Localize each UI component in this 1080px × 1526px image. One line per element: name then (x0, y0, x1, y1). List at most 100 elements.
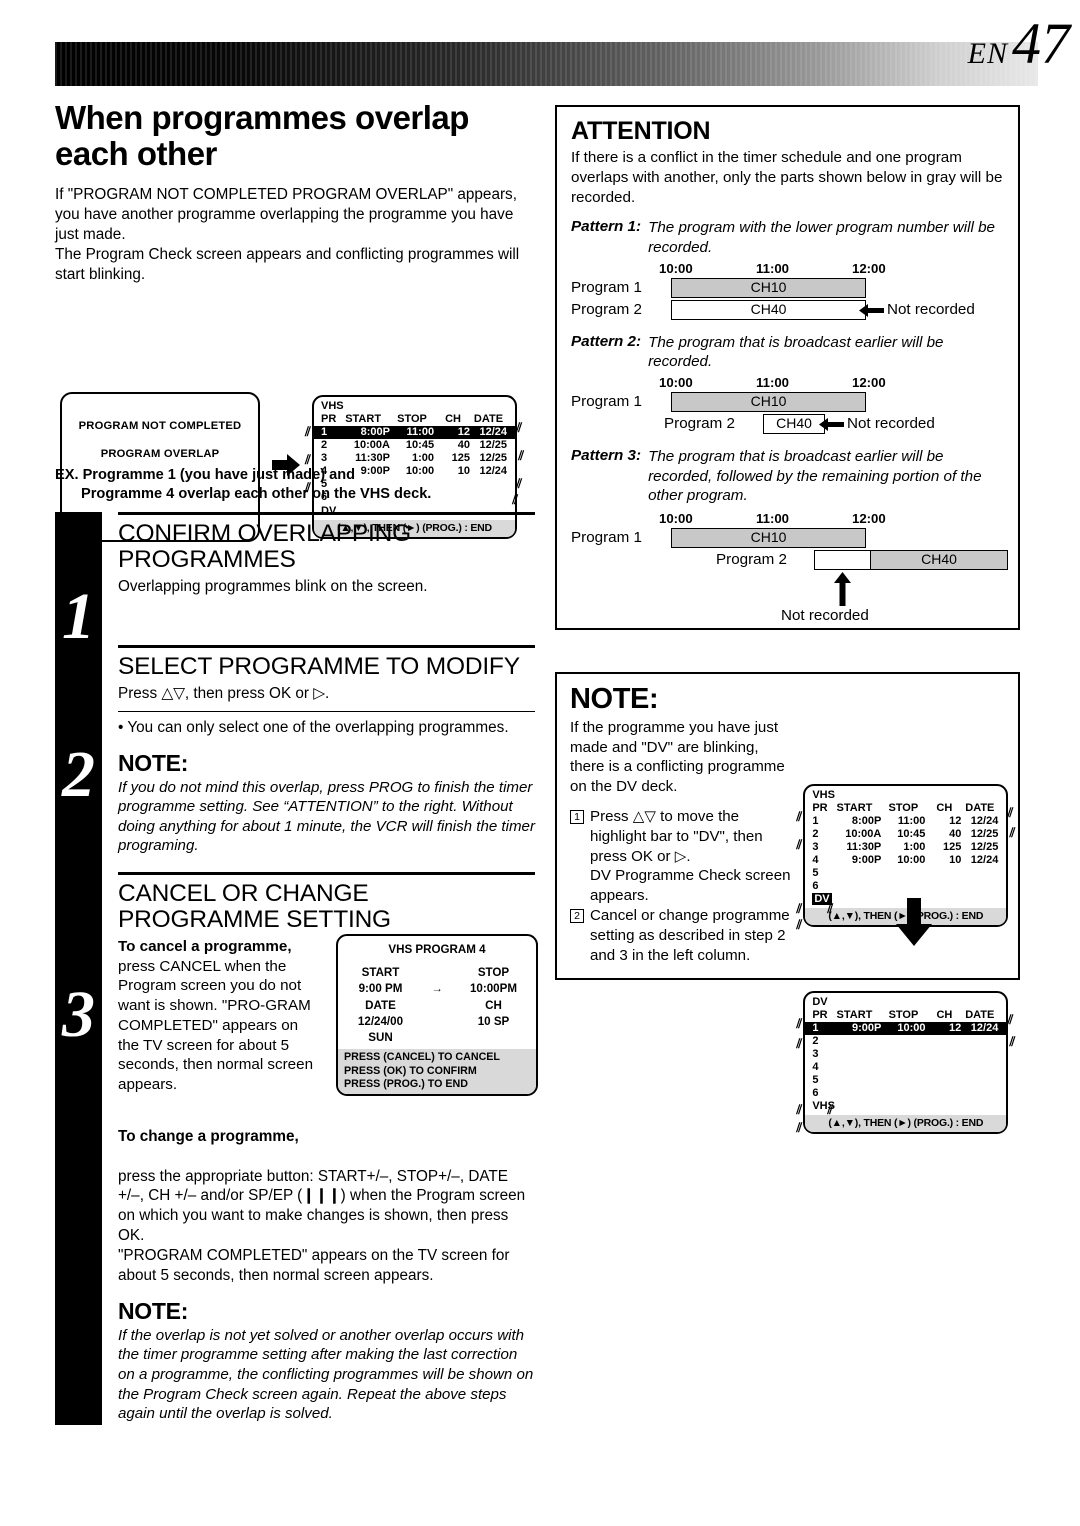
pc-cell-st (828, 1035, 882, 1048)
blink-mark-icon: ⫽ (1007, 1012, 1014, 1027)
spacer-cell (423, 1014, 451, 1029)
page-number-value: 47 (1012, 11, 1070, 76)
pc-cell-st (828, 867, 882, 880)
pc-column-header: STOP (397, 412, 427, 425)
pc-cell-ch: 125 (942, 840, 962, 853)
pc-other-deck-row[interactable]: VHS (805, 1100, 1006, 1113)
step-3-change-para: To change a programme, press the appropr… (118, 1107, 535, 1286)
pc-cell-dt: 12/25 (970, 827, 999, 840)
pc-table-row[interactable]: 1 9:00P 10:00 12 12/24 (805, 1021, 1007, 1035)
timeline-row-program2: Program 2 CH40 Not recorded (571, 414, 1006, 436)
example-line1: EX. Programme 1 (you have just made) and (55, 467, 356, 483)
tick-1000: 10:00 (659, 511, 693, 527)
pc-cell-st: 8:00P (336, 426, 390, 440)
pc-cell-st: 9:00P (851, 853, 882, 866)
pc-cell-pr: 2 (812, 1034, 819, 1047)
pc-cell-sp: 1:00 (903, 840, 926, 853)
pc-table-row[interactable]: 1 8:00P 11:00 12 12/24 (805, 815, 1006, 828)
pc-column-header: PR (812, 1008, 828, 1021)
blink-mark-icon: ⫽ (305, 424, 311, 440)
pc-cell-pr: 5 (812, 1073, 819, 1086)
pc-table-row[interactable]: 6 (805, 1087, 1006, 1100)
pc-cell-dt: 12/25 (970, 840, 999, 853)
pc-cell-st (828, 1061, 882, 1074)
pc-cell-sp: 10:00 (881, 1021, 928, 1035)
not-recorded-label: Not recorded (781, 607, 869, 625)
pc-table-row[interactable]: 5 (805, 867, 1006, 880)
pc-column-header: STOP (888, 1008, 919, 1021)
pc-cell-sp (881, 1035, 927, 1048)
pc-cell-sp (881, 1074, 927, 1087)
tick-1000: 10:00 (659, 375, 693, 391)
pc-cell-st (828, 1074, 882, 1087)
blink-mark-icon: ⫽ (827, 901, 834, 916)
blink-mark-icon: ⫽ (796, 809, 803, 824)
note-step-1: 1 Press △▽ to move the highlight bar to … (570, 807, 791, 905)
pc-cell-ch (928, 1048, 962, 1061)
pc-table-row[interactable]: 2 (805, 1035, 1006, 1048)
pc-cell-sp: 11:00 (897, 814, 926, 827)
pc-table-row[interactable]: 5 (805, 1074, 1006, 1087)
pc-table-row[interactable]: 3 (805, 1048, 1006, 1061)
pc-cell-pr: 6 (812, 880, 819, 893)
header-gradient-stripes (55, 42, 1038, 86)
pc-column-header: START (345, 412, 382, 425)
pc-column-header: CH (936, 801, 953, 814)
program2-bar: CH40 (870, 550, 1008, 571)
start-label: START (361, 965, 400, 979)
pc-cell-pr: 2 (812, 827, 819, 840)
example-caption: EX. Programme 1 (you have just made) and… (55, 466, 535, 503)
pc-cell-ch (928, 1035, 962, 1048)
timeline-row-program1: Program 1 CH10 (571, 392, 1006, 414)
pc-header-row: PR START STOP CH DATE (805, 1009, 1006, 1022)
start-value: 9:00 PM (358, 982, 403, 996)
osd-message-line1: PROGRAM NOT COMPLETED (78, 420, 242, 432)
pc-column-header: DATE (965, 1008, 995, 1021)
pattern-1-timeline: 10:00 11:00 12:00 Program 1 CH10 Program… (571, 261, 1006, 322)
pattern-3: Pattern 3: The program that is broadcast… (571, 447, 1006, 505)
step-2: SELECT PROGRAMME TO MODIFY Press △▽, the… (118, 644, 535, 856)
right-column: ATTENTION If there is a conflict in the … (555, 105, 1020, 631)
timeline-ticks: 10:00 11:00 12:00 (571, 261, 1006, 278)
pc-cell-pr: 1 (314, 426, 337, 440)
day-value: SUN (368, 1031, 393, 1045)
pc-table-row[interactable]: 3 11:30P 1:00 125 12/25 (805, 841, 1006, 854)
note-text-column: If the programme you have just made and … (570, 718, 791, 966)
tick-1100: 11:00 (756, 375, 790, 391)
pc-table-row[interactable]: 4 9:00P 10:00 10 12/24 (805, 854, 1006, 867)
step-1-heading: CONFIRM OVERLAPPING PROGRAMMES (118, 520, 411, 573)
steps-column: 1 2 3 CONFIRM OVERLAPPING PROGRAMMES Ove… (55, 512, 538, 1425)
pc-column-header: CH (936, 1008, 953, 1021)
pc-table-row[interactable]: 6 (805, 880, 1006, 893)
pc-cell-ch: 10 (949, 853, 962, 866)
pc-cell-sp: 10:45 (897, 827, 926, 840)
blink-mark-icon: ⫽ (796, 1036, 803, 1051)
pc-table-row[interactable]: 2 10:00A 10:45 40 12/25 (805, 828, 1006, 841)
blink-mark-icon: ⫽ (796, 837, 803, 852)
spacer-cell (423, 965, 451, 980)
pc-table-row[interactable]: 1 8:00P 11:00 12 12/24 (314, 426, 515, 440)
step-2-bullet: • You can only select one of the overlap… (118, 718, 509, 736)
date-label: DATE (365, 998, 396, 1012)
blink-mark-icon: ⫽ (516, 420, 522, 436)
pc-table-row[interactable]: 4 (805, 1061, 1006, 1074)
pc-cell-dt: 12/24 (961, 1021, 1007, 1035)
pattern-3-timeline: 10:00 11:00 12:00 Program 1 CH10 Program… (571, 511, 1008, 624)
page-title: When programmes overlap each other (55, 99, 469, 172)
pc-column-header: PR (321, 412, 337, 425)
pc-column-header: PR (812, 801, 828, 814)
pc-cell-sp (881, 1048, 927, 1061)
spacer-cell (451, 1030, 536, 1045)
page-number: EN 47 (968, 11, 1070, 76)
pc-header-row: PR START STOP CH DATE (805, 802, 1006, 815)
step-number-3: 3 (62, 978, 95, 1051)
spacer-cell (423, 998, 451, 1013)
up-arrow-icon (834, 572, 851, 610)
to-arrow-icon: → (431, 982, 443, 996)
blink-mark-icon: ⫽ (796, 917, 803, 932)
program1-bar: CH10 (671, 392, 866, 413)
pc-cell-dt (961, 880, 1006, 893)
pc-table: PR START STOP CH DATE 1 9:00P 10:00 12 12/24 2 3 4 5 6 (805, 1009, 1007, 1101)
program2-label: Program 2 (716, 551, 787, 569)
timeline-row-program2: Program 2 CH40 (571, 550, 1008, 574)
